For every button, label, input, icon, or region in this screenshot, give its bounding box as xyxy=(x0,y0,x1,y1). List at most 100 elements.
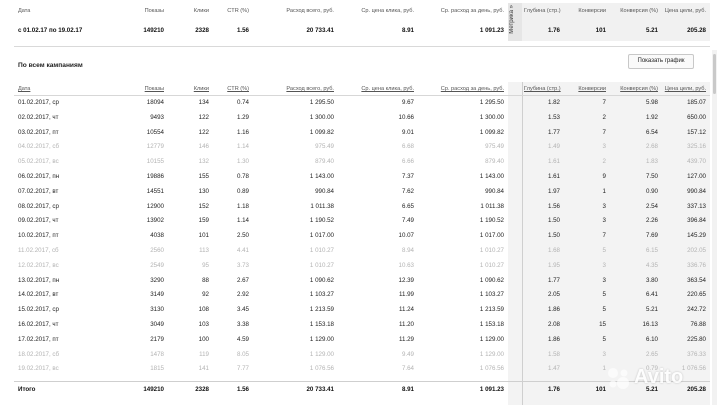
scrollbar[interactable] xyxy=(712,50,717,405)
cell-depth: 1.56 xyxy=(547,202,560,210)
cell-shows: 2179 xyxy=(150,335,164,343)
cell-clicks: 130 xyxy=(198,187,209,195)
summary-value-date: с 01.02.17 по 19.02.17 xyxy=(18,27,83,34)
summary-header-date[interactable]: Дата xyxy=(18,8,118,14)
cell-conv: 3 xyxy=(602,261,606,269)
summary-header-shows: Показы xyxy=(144,8,164,14)
cell-conv: 3 xyxy=(602,276,606,284)
cell-depth: 1.82 xyxy=(547,99,560,106)
metrika-toggle[interactable]: Метрика » xyxy=(508,3,522,41)
cell-ctr: 7.77 xyxy=(236,365,249,373)
watermark-text: Avito xyxy=(634,366,684,388)
cell-depth: 1.50 xyxy=(547,232,560,240)
cell-conv-rate: 5.98 xyxy=(645,99,658,106)
cell-conv-rate: 7.69 xyxy=(645,232,658,240)
total-cpc: 8.91 xyxy=(401,386,414,394)
cell-ctr: 4.41 xyxy=(236,247,249,254)
avito-watermark: Avito xyxy=(604,362,704,394)
cell-depth: 1.77 xyxy=(547,276,560,284)
cell-conv: 5 xyxy=(602,247,606,254)
cell-ctr: 3.45 xyxy=(236,306,249,314)
column-header-date[interactable]: Дата xyxy=(18,86,118,92)
cell-daily: 1 190.52 xyxy=(479,217,504,225)
cell-spend: 1 076.56 xyxy=(309,365,334,373)
column-header-cpc[interactable]: Ср. цена клика, руб. xyxy=(344,86,414,92)
cell-daily: 1 076.56 xyxy=(479,365,504,373)
cell-clicks: 88 xyxy=(202,276,209,284)
cell-spend: 1 143.00 xyxy=(309,173,334,180)
cell-clicks: 122 xyxy=(198,128,209,136)
cell-date: 04.02.2017, сб xyxy=(18,143,60,151)
cell-date: 01.02.2017, ср xyxy=(18,99,59,106)
cell-cpc: 10.63 xyxy=(398,261,414,269)
cell-daily: 1 300.00 xyxy=(479,113,504,121)
cell-clicks: 146 xyxy=(198,143,209,151)
cell-goal-price: 127.00 xyxy=(687,173,706,180)
cell-goal-price: 337.13 xyxy=(687,202,706,210)
show-graph-button[interactable]: Показать график xyxy=(628,54,694,69)
cell-goal-price: 990.84 xyxy=(687,187,706,195)
cell-date: 02.02.2017, чт xyxy=(18,113,59,121)
cell-shows: 18094 xyxy=(146,99,164,106)
cell-conv: 5 xyxy=(602,335,606,343)
cell-daily: 1 153.18 xyxy=(479,321,504,328)
column-header-ctr[interactable]: CTR (%) xyxy=(214,86,249,92)
cell-date: 13.02.2017, пн xyxy=(18,276,60,284)
summary-value-ctr: 1.56 xyxy=(236,27,249,34)
table-row: 15.02.2017, ср 3130 108 3.45 1 213.59 11.24 1 … xyxy=(14,303,710,317)
cell-conv-rate: 16.13 xyxy=(642,321,658,328)
summary-header-spend: Расход всего, руб. xyxy=(286,8,334,14)
cell-ctr: 1.18 xyxy=(236,202,249,210)
column-header-spend[interactable]: Расход всего, руб. xyxy=(264,86,334,92)
cell-daily: 1 295.50 xyxy=(479,99,504,106)
cell-clicks: 103 xyxy=(198,321,209,328)
cell-goal-price: 145.29 xyxy=(687,232,706,240)
cell-date: 03.02.2017, пт xyxy=(18,128,59,136)
stats-table: Дата Показы Клики CTR (%) Расход всего, руб.… xyxy=(14,78,710,405)
cell-ctr: 1.16 xyxy=(236,128,249,136)
cell-clicks: 159 xyxy=(198,217,209,225)
cell-goal-price: 220.65 xyxy=(687,291,706,299)
cell-cpc: 7.62 xyxy=(401,187,414,195)
cell-ctr: 0.89 xyxy=(236,187,249,195)
cell-depth: 1.50 xyxy=(547,217,560,225)
cell-depth: 1.95 xyxy=(547,261,560,269)
cell-conv: 7 xyxy=(602,128,606,136)
cell-ctr: 8.05 xyxy=(236,350,249,358)
column-header-daily[interactable]: Ср. расход за день, руб. xyxy=(424,86,504,92)
cell-conv-rate: 7.50 xyxy=(645,173,658,180)
cell-depth: 1.77 xyxy=(547,128,560,136)
total-spend: 20 733.41 xyxy=(306,386,334,394)
column-header-clicks[interactable]: Клики xyxy=(174,86,209,92)
cell-cpc: 11.20 xyxy=(398,321,414,328)
cell-depth: 1.86 xyxy=(547,306,560,314)
section-title: По всем кампаниям xyxy=(18,62,83,69)
column-header-shows[interactable]: Показы xyxy=(124,86,164,92)
summary-value-conv-rate: 5.21 xyxy=(645,27,658,34)
cell-conv: 1 xyxy=(602,187,606,195)
total-ctr: 1.56 xyxy=(236,386,249,394)
cell-shows: 10554 xyxy=(146,128,164,136)
cell-goal-price: 185.07 xyxy=(687,99,706,106)
cell-daily: 1 099.82 xyxy=(479,128,504,136)
total-date: Итого xyxy=(18,386,36,394)
cell-daily: 1 090.62 xyxy=(479,276,504,284)
cell-spend: 1 010.27 xyxy=(309,247,334,254)
cell-spend: 1 099.82 xyxy=(309,128,334,136)
cell-shows: 9493 xyxy=(150,113,164,121)
summary-value-shows: 149210 xyxy=(143,27,164,34)
cell-date: 12.02.2017, вс xyxy=(18,261,59,269)
cell-date: 11.02.2017, сб xyxy=(18,247,59,254)
cell-ctr: 2.50 xyxy=(236,232,249,240)
cell-clicks: 113 xyxy=(199,247,209,254)
cell-clicks: 122 xyxy=(198,113,209,121)
column-header-depth[interactable]: Глубина (стр.) xyxy=(524,86,561,92)
cell-shows: 3290 xyxy=(150,276,164,284)
column-header-conv-rate[interactable]: Конверсия (%) xyxy=(618,86,658,92)
scrollbar-thumb[interactable] xyxy=(713,54,716,94)
cell-conv: 7 xyxy=(602,99,606,106)
cell-depth: 2.08 xyxy=(547,321,560,328)
column-header-conv[interactable]: Конверсии xyxy=(570,86,606,92)
cell-conv: 1 xyxy=(602,365,606,373)
column-header-goal-price[interactable]: Цена цели, руб. xyxy=(660,86,706,92)
